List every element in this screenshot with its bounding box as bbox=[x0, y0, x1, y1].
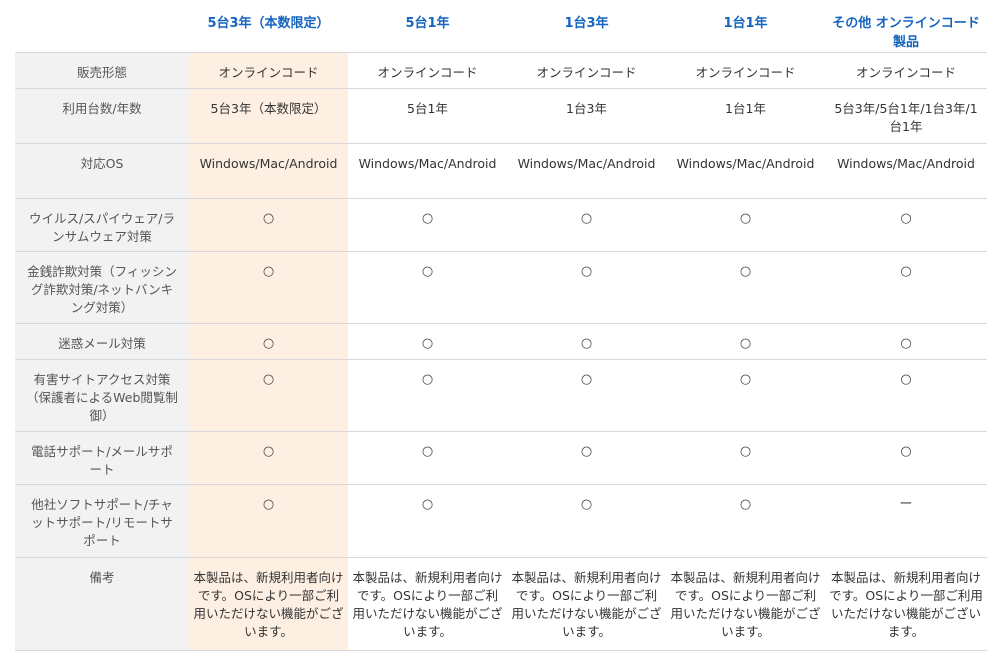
row-label: 迷惑メール対策 bbox=[15, 323, 189, 360]
cell-value: オンラインコード bbox=[666, 52, 825, 89]
cell-mark: ○ bbox=[507, 251, 666, 324]
cell-note: 本製品は、新規利用者向けです。OSにより一部ご利用いただけない機能がございます。 bbox=[666, 557, 825, 651]
row-devices-years: 利用台数/年数 5台3年（本数限定） 5台1年 1台3年 1台1年 5台3年/5… bbox=[15, 88, 987, 144]
cell-value: オンラインコード bbox=[189, 52, 348, 89]
cell-mark: ○ bbox=[666, 251, 825, 324]
cell-note: 本製品は、新規利用者向けです。OSにより一部ご利用いただけない機能がございます。 bbox=[825, 557, 987, 651]
header-corner bbox=[15, 0, 189, 53]
cell-mark: ○ bbox=[189, 198, 348, 252]
cell-mark: ○ bbox=[189, 251, 348, 324]
cell-mark: ○ bbox=[189, 359, 348, 432]
cell-value: Windows/Mac/Android bbox=[666, 143, 825, 199]
row-label: 金銭詐欺対策（フィッシング詐欺対策/ネットバンキング対策） bbox=[15, 251, 189, 324]
cell-value: Windows/Mac/Android bbox=[507, 143, 666, 199]
row-label: 備考 bbox=[15, 557, 189, 651]
row-notes: 備考 本製品は、新規利用者向けです。OSにより一部ご利用いただけない機能がござい… bbox=[15, 557, 987, 651]
cell-mark: ○ bbox=[666, 359, 825, 432]
product-header: 5台3年（本数限定） bbox=[207, 16, 330, 31]
product-header: 1台1年 bbox=[723, 16, 768, 31]
cell-value: Windows/Mac/Android bbox=[348, 143, 507, 199]
cell-value: 5台1年 bbox=[348, 88, 507, 144]
row-label: 有害サイトアクセス対策（保護者によるWeb閲覧制御） bbox=[15, 359, 189, 432]
comparison-table: 5台3年（本数限定） 5台1年 1台3年 1台1年 その他 オンラインコード製品… bbox=[15, 0, 987, 651]
cell-value: オンラインコード bbox=[825, 52, 987, 89]
row-label: 電話サポート/メールサポート bbox=[15, 431, 189, 485]
cell-value: 5台3年/5台1年/1台3年/1台1年 bbox=[825, 88, 987, 144]
cell-mark: ○ bbox=[666, 323, 825, 360]
cell-value: 1台1年 bbox=[666, 88, 825, 144]
cell-value: 5台3年（本数限定） bbox=[189, 88, 348, 144]
cell-mark: ○ bbox=[825, 198, 987, 252]
cell-mark: ○ bbox=[189, 484, 348, 558]
row-label: ウイルス/スパイウェア/ランサムウェア対策 bbox=[15, 198, 189, 252]
row-virus-protection: ウイルス/スパイウェア/ランサムウェア対策 ○ ○ ○ ○ ○ bbox=[15, 198, 987, 252]
row-phone-mail-support: 電話サポート/メールサポート ○ ○ ○ ○ ○ bbox=[15, 431, 987, 485]
cell-note: 本製品は、新規利用者向けです。OSにより一部ご利用いただけない機能がございます。 bbox=[507, 557, 666, 651]
cell-mark: ○ bbox=[825, 431, 987, 485]
cell-mark: ○ bbox=[348, 431, 507, 485]
cell-mark: ○ bbox=[666, 431, 825, 485]
cell-mark: ○ bbox=[507, 198, 666, 252]
cell-mark: ○ bbox=[348, 251, 507, 324]
cell-mark: ○ bbox=[348, 323, 507, 360]
cell-mark: ○ bbox=[507, 484, 666, 558]
row-sales-format: 販売形態 オンラインコード オンラインコード オンラインコード オンラインコード… bbox=[15, 52, 987, 89]
cell-mark: ○ bbox=[825, 359, 987, 432]
cell-value: Windows/Mac/Android bbox=[825, 143, 987, 199]
row-label: 販売形態 bbox=[15, 52, 189, 89]
cell-mark: ○ bbox=[507, 359, 666, 432]
row-fraud-protection: 金銭詐欺対策（フィッシング詐欺対策/ネットバンキング対策） ○ ○ ○ ○ ○ bbox=[15, 251, 987, 324]
cell-mark: ー bbox=[825, 484, 987, 558]
cell-mark: ○ bbox=[666, 484, 825, 558]
product-header: 5台1年 bbox=[405, 16, 450, 31]
cell-mark: ○ bbox=[348, 359, 507, 432]
cell-mark: ○ bbox=[189, 323, 348, 360]
row-label: 対応OS bbox=[15, 143, 189, 199]
product-header-row: 5台3年（本数限定） 5台1年 1台3年 1台1年 その他 オンラインコード製品 bbox=[15, 0, 987, 53]
cell-mark: ○ bbox=[348, 484, 507, 558]
cell-mark: ○ bbox=[825, 323, 987, 360]
row-supported-os: 対応OS Windows/Mac/Android Windows/Mac/And… bbox=[15, 143, 987, 199]
cell-value: Windows/Mac/Android bbox=[189, 143, 348, 199]
row-label: 他社ソフトサポート/チャットサポート/リモートサポート bbox=[15, 484, 189, 558]
row-spam-protection: 迷惑メール対策 ○ ○ ○ ○ ○ bbox=[15, 323, 987, 360]
cell-mark: ○ bbox=[507, 323, 666, 360]
cell-mark: ○ bbox=[666, 198, 825, 252]
cell-value: オンラインコード bbox=[348, 52, 507, 89]
cell-mark: ○ bbox=[507, 431, 666, 485]
cell-note: 本製品は、新規利用者向けです。OSにより一部ご利用いただけない機能がございます。 bbox=[348, 557, 507, 651]
row-harmful-site-protection: 有害サイトアクセス対策（保護者によるWeb閲覧制御） ○ ○ ○ ○ ○ bbox=[15, 359, 987, 432]
cell-value: 1台3年 bbox=[507, 88, 666, 144]
product-header: 1台3年 bbox=[564, 16, 609, 31]
product-header: その他 オンラインコード製品 bbox=[832, 16, 980, 50]
cell-note: 本製品は、新規利用者向けです。OSにより一部ご利用いただけない機能がございます。 bbox=[189, 557, 348, 651]
cell-mark: ○ bbox=[825, 251, 987, 324]
row-other-support: 他社ソフトサポート/チャットサポート/リモートサポート ○ ○ ○ ○ ー bbox=[15, 484, 987, 558]
cell-value: オンラインコード bbox=[507, 52, 666, 89]
cell-mark: ○ bbox=[348, 198, 507, 252]
row-label: 利用台数/年数 bbox=[15, 88, 189, 144]
cell-mark: ○ bbox=[189, 431, 348, 485]
